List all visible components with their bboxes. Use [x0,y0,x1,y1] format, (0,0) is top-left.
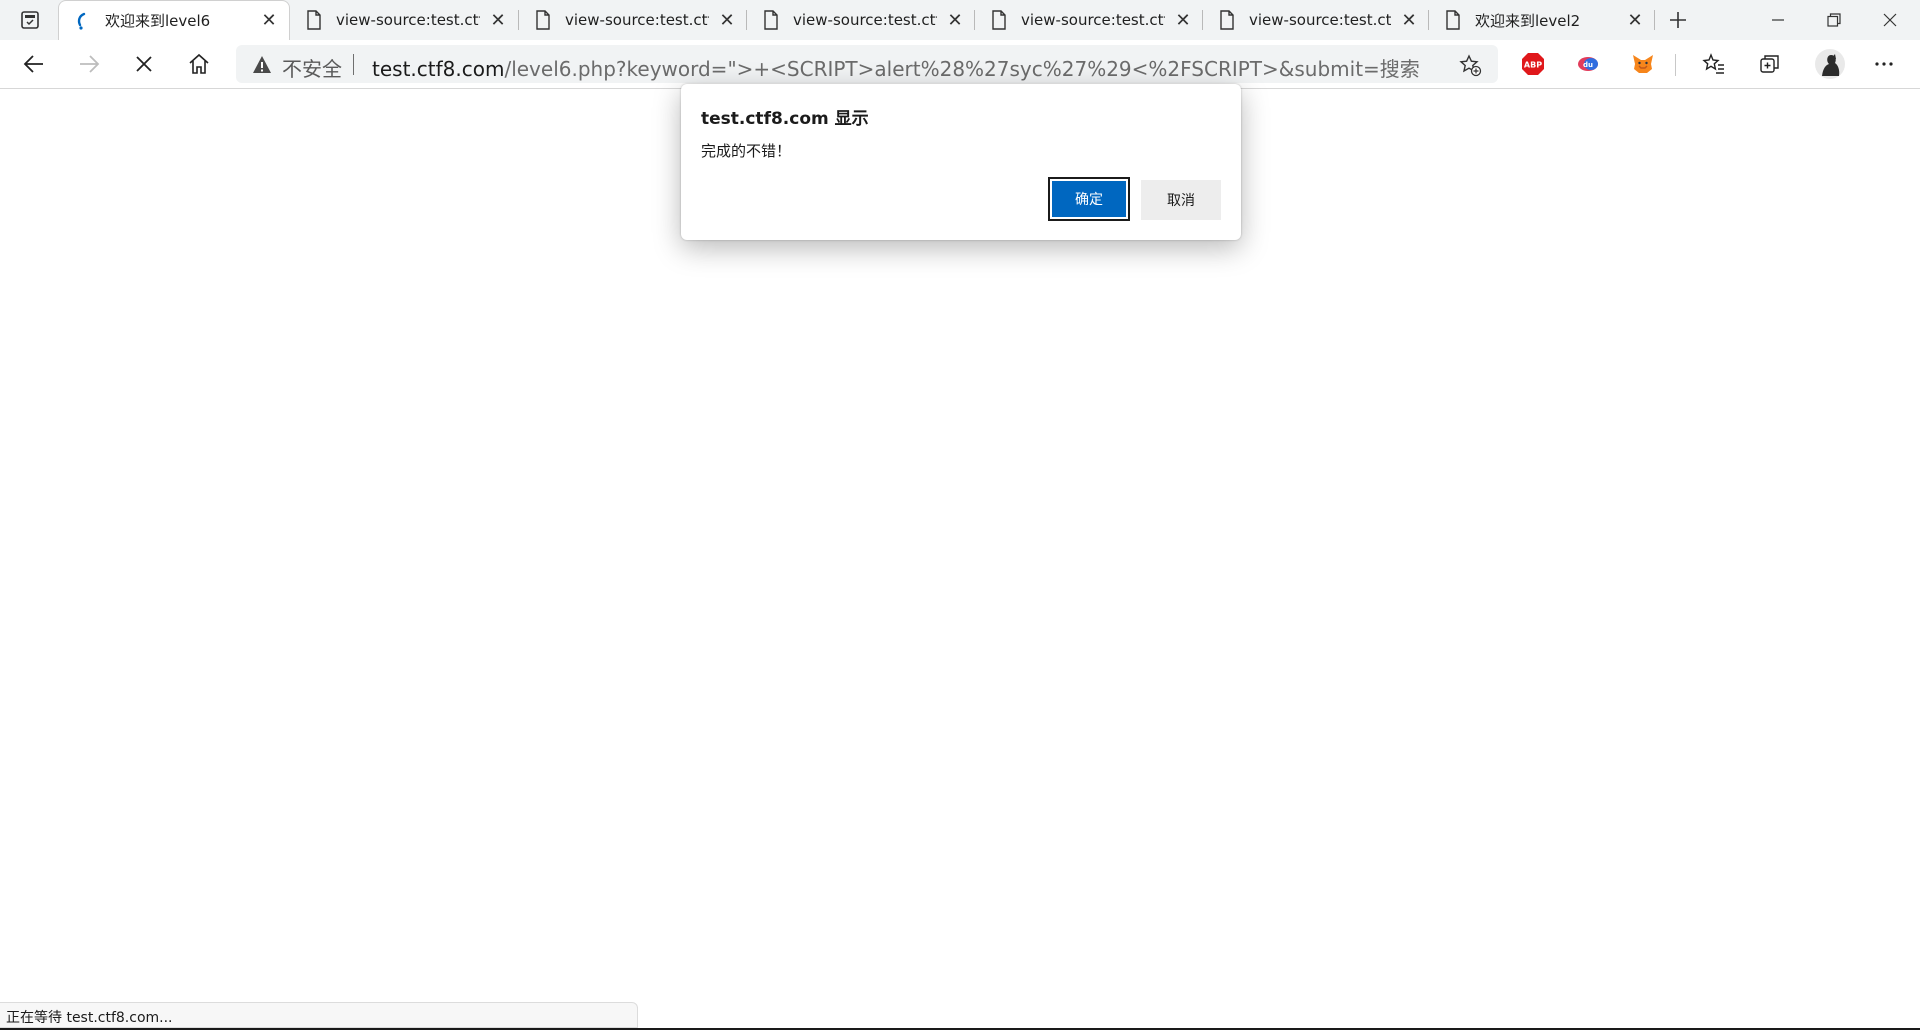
close-tab-icon[interactable]: ✕ [1171,8,1195,32]
navigation-toolbar: 不安全 test.ctf8.com/level6.php?keyword=">+… [0,40,1920,89]
close-icon [1883,13,1897,27]
tab-view-source-2[interactable]: view-source:test.ctf8.c ✕ [519,0,747,40]
ok-button[interactable]: 确定 [1048,177,1130,221]
tab-title: 欢迎来到level2 [1475,11,1581,30]
dialog-title: test.ctf8.com 显示 [701,109,869,129]
restore-button[interactable] [1806,0,1862,40]
extension-du-button[interactable]: du [1574,50,1602,78]
alert-dialog: test.ctf8.com 显示 完成的不错！ 确定 取消 [681,84,1241,240]
tab-title: view-source:test.ctf8.c [1021,11,1165,29]
close-tab-icon[interactable]: ✕ [257,9,281,33]
back-button[interactable] [16,46,52,82]
page-icon [535,10,553,30]
metamask-button[interactable] [1629,50,1657,78]
tab-strip: 欢迎来到level6 ✕ view-source:test.ctf8.c ✕ v… [0,0,1920,40]
dialog-message: 完成的不错！ [701,142,792,160]
tab-title: 欢迎来到level6 [105,12,211,30]
tab-view-source-5[interactable]: view-source:test.ctf8.c ✕ [1203,0,1429,40]
close-tab-icon[interactable]: ✕ [715,8,739,32]
metamask-fox-icon [1633,55,1653,73]
settings-more-button[interactable] [1870,50,1898,78]
tab-level2[interactable]: 欢迎来到level2 ✕ [1429,0,1655,40]
plus-icon [1670,12,1686,28]
tab-title: view-source:test.ctf8.c [565,11,709,29]
add-favorite-star-icon[interactable] [1458,53,1482,77]
adblock-plus-button[interactable]: ABP [1519,50,1547,78]
svg-text:ABP: ABP [1524,61,1542,70]
minimize-button[interactable] [1750,0,1806,40]
profile-button[interactable] [1814,48,1846,80]
tab-level6[interactable]: 欢迎来到level6 ✕ [58,0,290,40]
tab-separator [1654,10,1655,30]
close-window-button[interactable] [1862,0,1918,40]
page-icon [306,10,324,30]
svg-text:du: du [1583,61,1593,69]
toolbar-separator [1675,54,1676,76]
avatar [1815,49,1845,79]
forward-button[interactable] [71,46,107,82]
collections-button[interactable] [1756,50,1784,78]
minimize-icon [1772,19,1784,21]
tab-view-source-3[interactable]: view-source:test.ctf8.c ✕ [747,0,975,40]
home-icon [189,53,209,74]
tab-title: view-source:test.ctf8.c [793,11,937,29]
restore-icon [1827,13,1841,27]
close-tab-icon[interactable]: ✕ [1397,8,1421,32]
page-icon [763,10,781,30]
adblock-plus-icon: ABP [1522,53,1544,75]
page-icon [1219,10,1237,30]
favorites-button[interactable] [1700,50,1728,78]
cancel-button[interactable]: 取消 [1141,180,1221,220]
url-path: /level6.php?keyword=">+<SCRIPT>alert%28%… [504,57,1420,81]
arrow-left-icon [23,55,43,73]
warning-icon[interactable] [252,55,272,75]
tab-actions-icon [21,11,39,29]
url-host: test.ctf8.com [372,57,505,81]
address-bar[interactable]: 不安全 test.ctf8.com/level6.php?keyword=">+… [236,45,1498,83]
page-icon [1445,10,1463,30]
home-button[interactable] [181,46,217,82]
close-tab-icon[interactable]: ✕ [943,8,967,32]
more-ellipsis-icon [1875,62,1893,66]
collections-icon [1760,55,1779,73]
status-bar: 正在等待 test.ctf8.com... [0,1002,638,1028]
close-tab-icon[interactable]: ✕ [486,8,510,32]
stop-icon [136,56,152,72]
insecure-label[interactable]: 不安全 [282,53,342,82]
tab-view-source-1[interactable]: view-source:test.ctf8.c ✕ [290,0,518,40]
favorites-star-list-icon [1702,53,1724,74]
loading-spinner-icon [75,11,93,31]
tab-actions-menu-button[interactable] [12,7,48,33]
new-tab-button[interactable] [1662,5,1694,35]
page-icon [991,10,1009,30]
close-tab-icon[interactable]: ✕ [1623,8,1647,32]
url-text[interactable]: test.ctf8.com/level6.php?keyword=">+<SCR… [372,53,1420,82]
stop-loading-button[interactable] [126,46,162,82]
address-divider [353,54,354,75]
tab-title: view-source:test.ctf8.c [1249,11,1391,29]
arrow-right-icon [80,55,100,73]
tab-view-source-4[interactable]: view-source:test.ctf8.c ✕ [975,0,1203,40]
tab-title: view-source:test.ctf8.c [336,11,480,29]
extension-du-icon: du [1578,57,1598,71]
